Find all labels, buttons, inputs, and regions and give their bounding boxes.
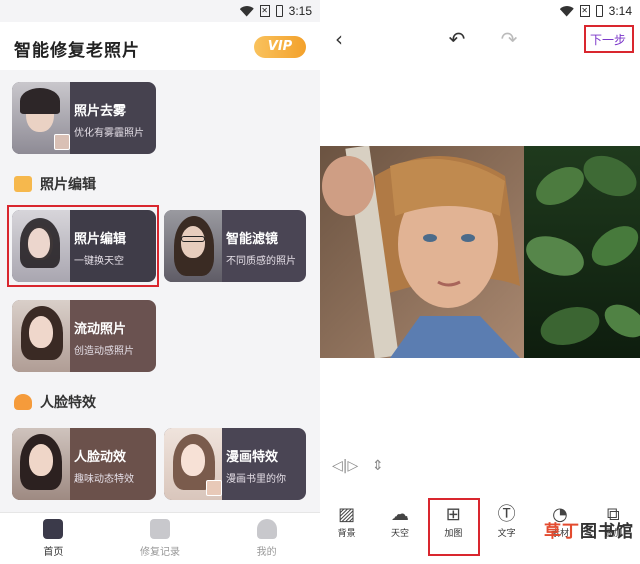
card-smart-filter[interactable]: 智能滤镜 不同质感的照片 xyxy=(164,210,306,282)
back-icon[interactable]: ‹ xyxy=(328,28,350,50)
add-image-icon: ⊞ xyxy=(445,504,461,525)
card-title: 流动照片 xyxy=(74,322,127,337)
card-title: 漫画特效 xyxy=(226,450,279,465)
status-bar: ✕ 3:15 xyxy=(0,0,320,22)
section-title: 照片编辑 xyxy=(40,177,96,193)
bottom-tab-bar: 首页 修复记录 我的 xyxy=(0,512,320,564)
home-screen: ✕ 3:15 智能修复老照片 VIP 照片去雾 优化有雾霾照片 照片编辑 照片编… xyxy=(0,0,320,564)
tool-label: 背景 xyxy=(337,529,356,539)
card-dehaze[interactable]: 照片去雾 优化有雾霾照片 xyxy=(12,82,156,154)
undo-icon[interactable]: ↶ xyxy=(446,28,468,50)
status-time: 3:15 xyxy=(288,4,312,18)
cloud-icon: ☁ xyxy=(390,504,409,525)
watermark: 草丁图书馆 xyxy=(544,522,634,542)
card-thumbnail xyxy=(164,210,222,282)
tool-label: 天空 xyxy=(390,529,409,539)
face-icon xyxy=(14,394,32,410)
section-title: 人脸特效 xyxy=(40,395,96,411)
next-step-button[interactable]: 下一步 xyxy=(584,28,632,51)
card-photo-edit[interactable]: 照片编辑 一键换天空 xyxy=(12,210,156,282)
history-icon xyxy=(150,519,170,539)
card-title: 照片去雾 xyxy=(74,104,127,119)
wifi-icon xyxy=(240,6,254,17)
profile-icon xyxy=(256,519,277,539)
card-flowing-photo[interactable]: 流动照片 创造动感照片 xyxy=(12,300,156,372)
tab-profile[interactable]: 我的 xyxy=(213,513,320,564)
vip-button[interactable]: VIP xyxy=(254,36,306,58)
editor-screen: ✕ 3:14 ‹ ↶ ↷ 下一步 ◁|▷ ⇕ ▨ 背景 ☁ 天空 ⊞ 加图 Ⓣ … xyxy=(320,0,640,564)
tool-label: 加图 xyxy=(444,529,463,539)
redo-icon[interactable]: ↷ xyxy=(498,28,520,50)
tool-sky[interactable]: ☁ 天空 xyxy=(373,482,426,564)
battery-icon xyxy=(595,5,603,17)
tab-home[interactable]: 首页 xyxy=(0,513,107,564)
tool-label: 文字 xyxy=(497,529,516,539)
card-subtitle: 趣味动态特效 xyxy=(74,474,134,485)
card-title: 照片编辑 xyxy=(74,232,127,247)
tool-text[interactable]: Ⓣ 文字 xyxy=(480,482,533,564)
card-title: 人脸动效 xyxy=(74,450,127,465)
tab-history[interactable]: 修复记录 xyxy=(107,513,214,564)
no-sim-icon: ✕ xyxy=(259,5,270,17)
photo-composite xyxy=(320,145,640,359)
status-time: 3:14 xyxy=(608,4,632,18)
hatch-icon: ▨ xyxy=(338,504,356,525)
split-icon[interactable]: ⇕ xyxy=(372,458,384,474)
card-subtitle: 漫画书里的你 xyxy=(226,474,286,485)
card-subtitle: 不同质感的照片 xyxy=(226,256,296,267)
card-thumbnail xyxy=(12,210,70,282)
status-bar: ✕ 3:14 xyxy=(320,0,640,22)
card-face-animation[interactable]: 人脸动效 趣味动态特效 xyxy=(12,428,156,500)
card-subtitle: 创造动感照片 xyxy=(74,346,134,357)
before-thumb xyxy=(54,134,70,150)
tab-label: 首页 xyxy=(43,547,64,558)
card-title: 智能滤镜 xyxy=(226,232,279,247)
card-comic-effect[interactable]: 漫画特效 漫画书里的你 xyxy=(164,428,306,500)
card-subtitle: 一键换天空 xyxy=(74,256,124,267)
tool-background[interactable]: ▨ 背景 xyxy=(320,482,373,564)
tab-label: 我的 xyxy=(256,547,277,558)
image-icon xyxy=(14,176,32,192)
card-thumbnail xyxy=(12,300,70,372)
battery-icon xyxy=(275,5,283,17)
card-subtitle: 优化有雾霾照片 xyxy=(74,128,144,139)
card-thumbnail xyxy=(12,428,70,500)
wifi-icon xyxy=(560,6,574,17)
text-icon: Ⓣ xyxy=(497,504,516,525)
no-sim-icon: ✕ xyxy=(579,5,590,17)
tab-label: 修复记录 xyxy=(140,547,180,558)
editor-toolbar: ‹ ↶ ↷ 下一步 xyxy=(320,22,640,58)
tool-add-image[interactable]: ⊞ 加图 xyxy=(427,482,480,564)
compare-icon[interactable]: ◁|▷ xyxy=(332,458,358,474)
before-thumb xyxy=(206,480,222,496)
canvas-photo[interactable] xyxy=(320,145,640,359)
section-photo-edit: 照片编辑 xyxy=(14,174,96,194)
app-header: 智能修复老照片 VIP xyxy=(0,22,320,70)
home-icon xyxy=(43,519,64,539)
app-title: 智能修复老照片 xyxy=(14,41,140,61)
section-face-effects: 人脸特效 xyxy=(14,392,96,412)
